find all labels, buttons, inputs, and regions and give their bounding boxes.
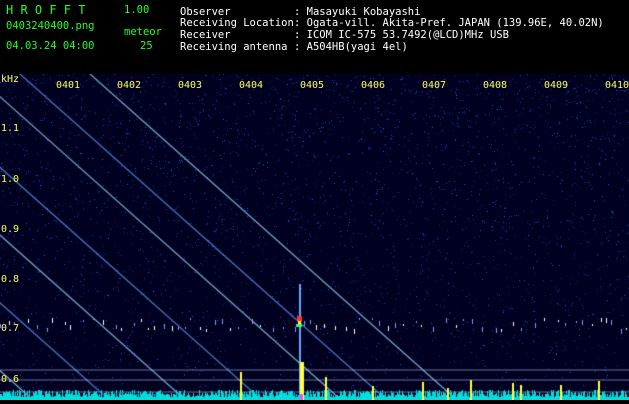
location-value: : Ogata-vill. Akita-Pref. JAPAN (139.96E… <box>294 17 604 29</box>
spectrogram-canvas <box>0 74 629 400</box>
x-tick-label: 0410 <box>605 80 629 91</box>
header-panel: H R O F F T 1.00 0403240400.png meteor 2… <box>0 0 629 74</box>
meteor-label: meteor <box>124 26 162 38</box>
x-tick-label: 0403 <box>178 80 203 91</box>
antenna-value: : A504HB(yagi 4el) <box>294 41 408 53</box>
x-tick-label: 0401 <box>56 80 81 91</box>
x-tick-label: 0404 <box>239 80 264 91</box>
app-name: H R O F F T <box>6 3 86 17</box>
x-tick-label: 0409 <box>544 80 569 91</box>
x-tick-label: 0408 <box>483 80 508 91</box>
location-label: Receiving Location <box>180 17 294 29</box>
receiver-label: Receiver <box>180 29 231 41</box>
antenna-label: Receiving antenna <box>180 41 288 53</box>
x-tick-label: 0406 <box>361 80 386 91</box>
file-name: 0403240400.png <box>6 20 95 32</box>
y-tick-label: 0.8 <box>1 274 20 285</box>
y-tick-label: 1.1 <box>1 123 20 134</box>
app-version: 1.00 <box>124 4 150 16</box>
spectrogram-plot: kHz 1.1 1.0 0.9 0.8 0.7 0.6 0401 0402 0403 0404 0… <box>0 74 629 400</box>
meteor-count: 25 <box>140 40 153 52</box>
date-time: 04.03.24 04:00 <box>6 40 95 52</box>
unit-label: kHz <box>1 74 20 85</box>
receiver-value: : ICOM IC-575 53.7492(@LCD)MHz USB <box>294 29 509 41</box>
x-tick-label: 0407 <box>422 80 447 91</box>
x-tick-label: 0405 <box>300 80 325 91</box>
y-tick-label: 0.6 <box>1 374 20 385</box>
y-tick-label: 0.9 <box>1 224 20 235</box>
y-tick-label: 0.7 <box>1 323 20 334</box>
y-tick-label: 1.0 <box>1 174 20 185</box>
x-tick-label: 0402 <box>117 80 142 91</box>
